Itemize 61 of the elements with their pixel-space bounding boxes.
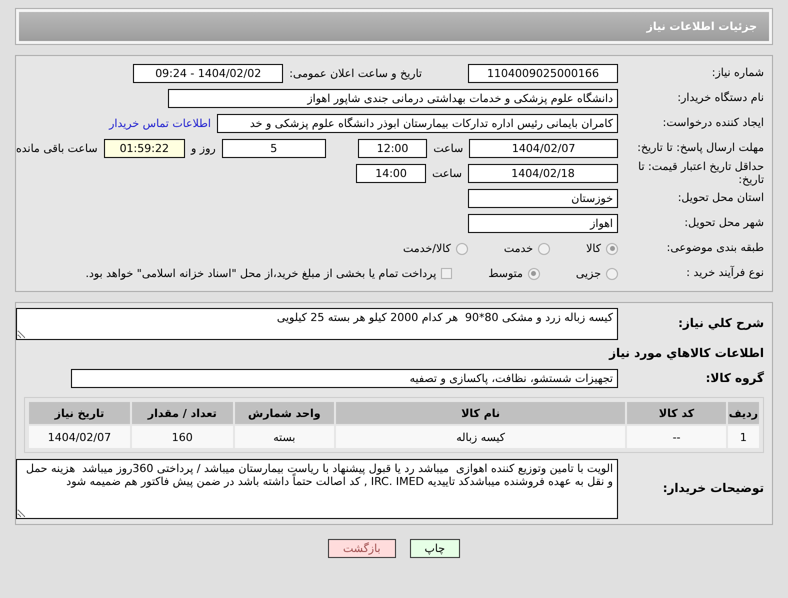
table-cell: 1404/02/07 [29,426,130,448]
text-field[interactable]: 1104009025000166 [468,64,618,83]
remaining-label: ساعت باقی مانده [16,142,98,155]
text-field[interactable]: تجهیزات شستشو، نظافت، پاکسازی و تصفیه [71,369,618,388]
description-field[interactable]: کیسه زباله زرد و مشکی 80*90 هر کدام 2000 کیلو هر بسته 25 کیلویی [16,308,618,340]
column-header: تعداد / مقدار [132,402,233,424]
option-label: کالا/خدمت [403,242,451,255]
table-cell: -- [627,426,726,448]
column-header: نام کالا [336,402,626,424]
text-field[interactable]: اهواز [468,214,618,233]
field-label: توضیحات خریدار: [662,482,765,496]
page-title: جزئیات اطلاعات نیاز [19,12,769,41]
payment-note: پرداخت تمام یا بخشی از مبلغ خرید،از محل "اسناد خزانه اسلامی" خواهد بود. [86,267,436,280]
field-label: نوع فرآیند خرید : [685,267,765,280]
field-label: شماره نیاز: [710,67,765,80]
section-heading: اطلاعات كالاهاي مورد نياز [608,346,765,360]
table-cell: بسته [234,426,334,448]
notes-field[interactable]: الویت با تامین وتوزیع کننده اهوازی میباشد رد یا قبول پیشنهاد با ریاست بیمارستان میباشد / پرداختی 360روز میباشد هزینه حمل و نقل به عهده فروشنده میباشدکد تاییدیه IRC. IMED , کد اصالت حتماً داشته باشد در ضمن پیش فاکتور هم ضمیمه شود [16,459,618,519]
field-label: حداقل تاریخ اعتبار قیمت: تا تاریخ: [637,161,765,186]
days-label: روز و [190,142,216,155]
table-cell: 1 [728,426,759,448]
field-label: مهلت ارسال پاسخ: تا تاریخ: [636,142,765,155]
field-label: نام دستگاه خریدار: [676,92,765,105]
option-label: کالا [586,242,601,255]
field-label: استان محل تحویل: [676,192,765,205]
option-label: جزیی [576,267,601,280]
column-header: واحد شمارش [234,402,334,424]
field-label: شرح كلي نياز: [677,317,765,331]
field-label: طبقه بندی موضوعی: [666,242,765,255]
text-field[interactable]: 5 [222,139,326,158]
radio-button[interactable] [538,242,550,254]
time-label: ساعت [433,142,464,155]
text-field[interactable]: کامران بایمانی رئیس اداره تدارکات بیمارستان ابوذر دانشگاه علوم پزشکی و خد [217,114,618,133]
table-cell: کیسه زباله [336,426,626,448]
field-label: ایجاد کننده درخواست: [662,117,765,130]
text-field[interactable]: 12:00 [358,139,428,158]
text-field[interactable]: دانشگاه علوم پزشکی و خدمات بهداشتی درمانی جندی شاپور اهواز [168,89,618,108]
field-label: گروه کالا: [704,372,765,386]
radio-button[interactable] [456,242,468,254]
radio-button[interactable] [606,268,618,280]
print-button[interactable]: چاپ [410,539,460,558]
option-label: خدمت [504,242,534,255]
table-cell: 160 [132,426,233,448]
option-label: متوسط [488,267,523,280]
column-header: تاریخ نیاز [29,402,130,424]
text-field[interactable]: 01:59:22 [104,139,185,158]
radio-button[interactable] [606,242,618,254]
radio-button[interactable] [528,268,540,280]
text-field[interactable]: خوزستان [468,189,618,208]
back-button[interactable]: بازگشت [328,539,396,558]
contact-link[interactable]: اطلاعات تماس خریدار [109,117,211,130]
text-field[interactable]: 1404/02/18 [468,164,618,183]
column-header: کد کالا [627,402,726,424]
text-field[interactable]: 1404/02/02 - 09:24 [133,64,284,83]
field-label: شهر محل تحویل: [683,217,765,230]
column-header: ردیف [728,402,759,424]
field-label: تاریخ و ساعت اعلان عمومی: [289,67,422,80]
time-label: ساعت [432,167,462,180]
text-field[interactable]: 1404/02/07 [469,139,618,158]
text-field[interactable]: 14:00 [356,164,426,183]
checkbox[interactable] [441,268,452,279]
